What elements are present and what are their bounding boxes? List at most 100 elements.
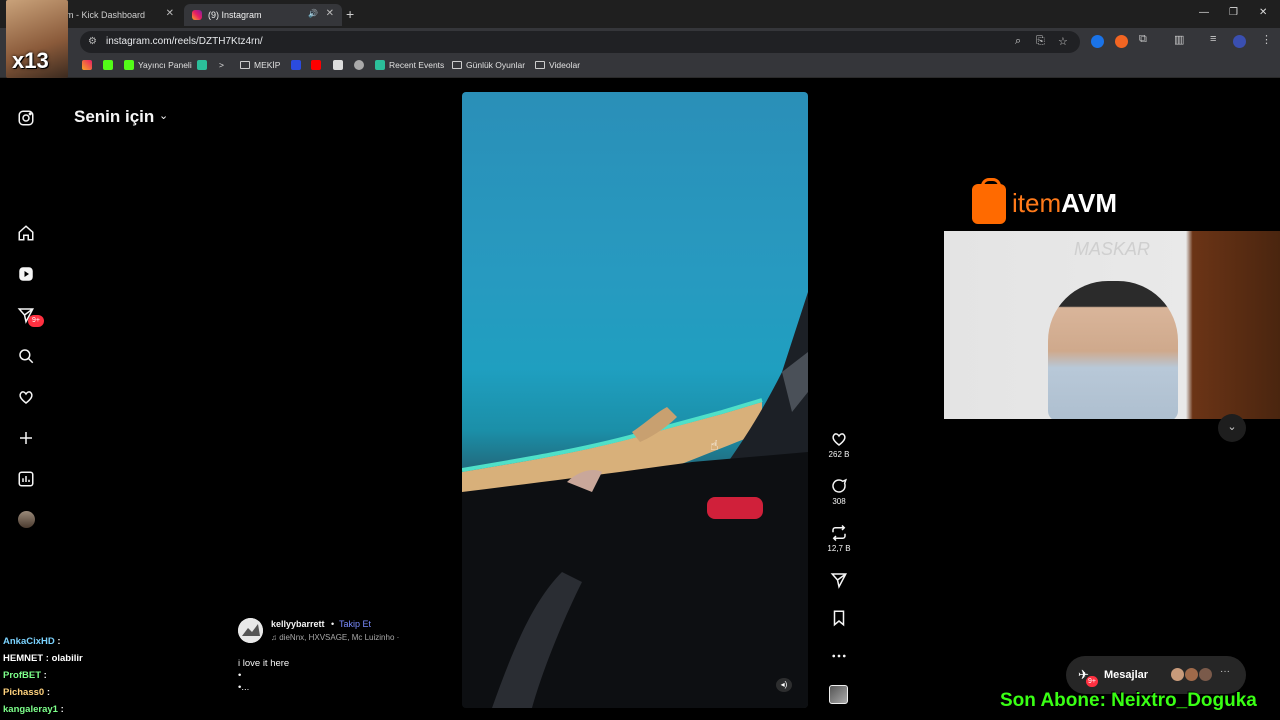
close-window-icon[interactable]: ✕ xyxy=(1259,7,1267,18)
messages-badge: 9+ xyxy=(1086,676,1098,687)
bookmark-videolar[interactable]: Videolar xyxy=(535,60,580,70)
caption-line[interactable]: •... xyxy=(238,682,289,694)
bookmark-label: Videolar xyxy=(549,60,581,70)
separator-dot: • xyxy=(331,619,335,629)
tab-instagram[interactable]: (9) Instagram 🔊 ✕ xyxy=(184,4,342,26)
extension-blue-icon[interactable] xyxy=(1091,35,1104,48)
restore-icon[interactable]: ❐ xyxy=(1229,7,1238,18)
url-text[interactable]: instagram.com/reels/DZTH7Ktz4rn/ xyxy=(106,36,263,47)
chat-message: HEMNET : olabilir xyxy=(3,653,83,664)
instagram-logo-icon[interactable] xyxy=(16,108,36,128)
site-info-icon[interactable]: ⚙ xyxy=(88,36,97,47)
bookmark-icon xyxy=(833,610,845,627)
last-subscriber-banner: Son Abone: Neixtro_Doguka xyxy=(1000,690,1257,711)
bookmark-label: Günlük Oyunlar xyxy=(466,60,526,70)
install-app-icon[interactable]: ⎘ xyxy=(1036,35,1045,48)
minimize-icon[interactable]: — xyxy=(1199,7,1209,18)
bookmark-label: Yayıncı Paneli xyxy=(138,60,192,70)
zoom-icon[interactable]: ⌕ xyxy=(1015,35,1021,48)
chat-user: kangaleray1 xyxy=(3,704,58,715)
skydiver-arms-image xyxy=(462,452,808,708)
author-avatar[interactable] xyxy=(238,618,263,643)
notifications-heart-icon[interactable] xyxy=(16,387,36,407)
reel-video[interactable] xyxy=(462,92,808,708)
image-bookmark-icon[interactable] xyxy=(333,60,343,70)
chat-text: olabilir xyxy=(51,653,83,664)
bookmark-yayinci-paneli[interactable]: Yayıncı Paneli xyxy=(124,60,192,70)
music-info[interactable]: ♫ dieNnx, HXVSAGE, Mc Luizinho · xyxy=(271,633,399,642)
caption-line: • xyxy=(238,670,242,681)
mouse-cursor-icon: ☝ xyxy=(710,437,719,453)
chevron-down-icon[interactable]: ⌄ xyxy=(159,109,168,122)
conversation-avatar xyxy=(1170,667,1185,682)
new-tab-icon[interactable]: + xyxy=(346,6,354,22)
more-options-button[interactable] xyxy=(826,647,852,665)
chat-user: ProfBET xyxy=(3,670,41,681)
chevron-down-icon[interactable]: ⌄ xyxy=(1218,414,1246,442)
share-paper-plane-icon xyxy=(830,573,847,589)
close-tab-icon[interactable]: ✕ xyxy=(326,8,334,19)
like-count: 262 B xyxy=(828,450,850,459)
feed-title[interactable]: Senin için xyxy=(74,107,154,127)
bookmark-label: MEKİP xyxy=(254,60,281,70)
menu-kebab-icon[interactable]: ⋮ xyxy=(1261,33,1272,46)
app-bookmark-icon[interactable] xyxy=(197,60,207,70)
bookmark-gunluk-oyunlar[interactable]: Günlük Oyunlar xyxy=(452,60,525,70)
messages-badge: 9+ xyxy=(28,315,44,327)
terminal-bookmark-icon[interactable]: > xyxy=(219,60,224,70)
music-track: dieNnx, HXVSAGE, Mc Luizinho · xyxy=(279,633,400,642)
audio-track-thumbnail[interactable] xyxy=(829,685,848,704)
repost-button[interactable]: 12,7 B xyxy=(826,524,852,553)
ellipsis-icon: ··· xyxy=(1220,666,1230,677)
bookmark-star-icon[interactable]: ☆ xyxy=(1058,35,1068,48)
address-bar-row: ← → ↻ ⚙ instagram.com/reels/DZTH7Ktz4rn/… xyxy=(0,28,1280,56)
sponsor-name: itemAVM xyxy=(1012,188,1117,218)
messages-label: Mesajlar xyxy=(1104,669,1149,681)
mute-icon[interactable]: ◂) xyxy=(776,678,792,692)
reel-caption: i love it here • •... xyxy=(238,658,289,694)
webcam-watermark: MASKAR xyxy=(1074,239,1151,259)
bookmark-label: Recent Events xyxy=(389,60,445,70)
bookmark-mekip[interactable]: MEKİP xyxy=(240,60,280,70)
chat-user: Pichass0 xyxy=(3,687,45,698)
share-button[interactable] xyxy=(826,571,852,589)
youtube-bookmark-icon[interactable] xyxy=(311,60,321,70)
like-button[interactable]: 262 B xyxy=(826,430,852,459)
omnibox[interactable]: ⚙ instagram.com/reels/DZTH7Ktz4rn/ ⌕ ⎘ ☆ xyxy=(80,31,1080,53)
streamer-person xyxy=(1048,281,1178,419)
chat-user: AnkaCixHD xyxy=(3,636,55,647)
profile-avatar[interactable] xyxy=(18,511,35,528)
bookmark-recent-events[interactable]: Recent Events xyxy=(375,60,444,70)
author-username[interactable]: kellyybarrett xyxy=(271,619,325,629)
search-icon[interactable] xyxy=(16,346,36,366)
create-plus-icon[interactable] xyxy=(16,428,36,448)
webcam-feed: MASKAR xyxy=(944,231,1280,419)
close-tab-icon[interactable]: ✕ xyxy=(166,8,174,19)
side-panel-icon[interactable]: ▥ xyxy=(1174,33,1184,46)
reels-icon[interactable] xyxy=(16,264,36,284)
follow-button[interactable]: Takip Et xyxy=(339,619,371,629)
comment-count: 308 xyxy=(832,497,846,506)
extensions-puzzle-icon[interactable]: ⧉ xyxy=(1139,33,1147,46)
ellipsis-icon xyxy=(832,654,846,658)
media-control-icon[interactable]: ≡ xyxy=(1210,33,1216,45)
blue-bookmark-icon[interactable] xyxy=(291,60,301,70)
tab-kick-dashboard[interactable]: m - Kick Dashboard ✕ xyxy=(58,4,182,26)
dashboard-icon[interactable] xyxy=(16,469,36,489)
caption-line: i love it here xyxy=(238,658,290,669)
save-button[interactable] xyxy=(826,609,852,627)
browser-tab-bar: m - Kick Dashboard ✕ (9) Instagram 🔊 ✕ +… xyxy=(0,0,1280,28)
home-icon[interactable] xyxy=(16,223,36,243)
comment-button[interactable]: 308 xyxy=(826,477,852,506)
tab-title: m - Kick Dashboard xyxy=(66,10,146,20)
streamer-label: x13 xyxy=(12,48,49,73)
speaker-icon[interactable]: 🔊 xyxy=(308,9,318,18)
instagram-bookmark-icon[interactable] xyxy=(82,60,92,70)
heart-icon xyxy=(832,433,846,446)
extension-orange-icon[interactable] xyxy=(1115,35,1128,48)
profile-icon[interactable] xyxy=(1233,35,1246,48)
sponsor-logo: itemAVM xyxy=(972,178,1152,228)
kick-bookmark-icon[interactable] xyxy=(103,60,113,70)
circle-bookmark-icon[interactable] xyxy=(354,60,364,70)
messages-button[interactable]: ✈ 9+ Mesajlar ··· xyxy=(1066,656,1246,694)
